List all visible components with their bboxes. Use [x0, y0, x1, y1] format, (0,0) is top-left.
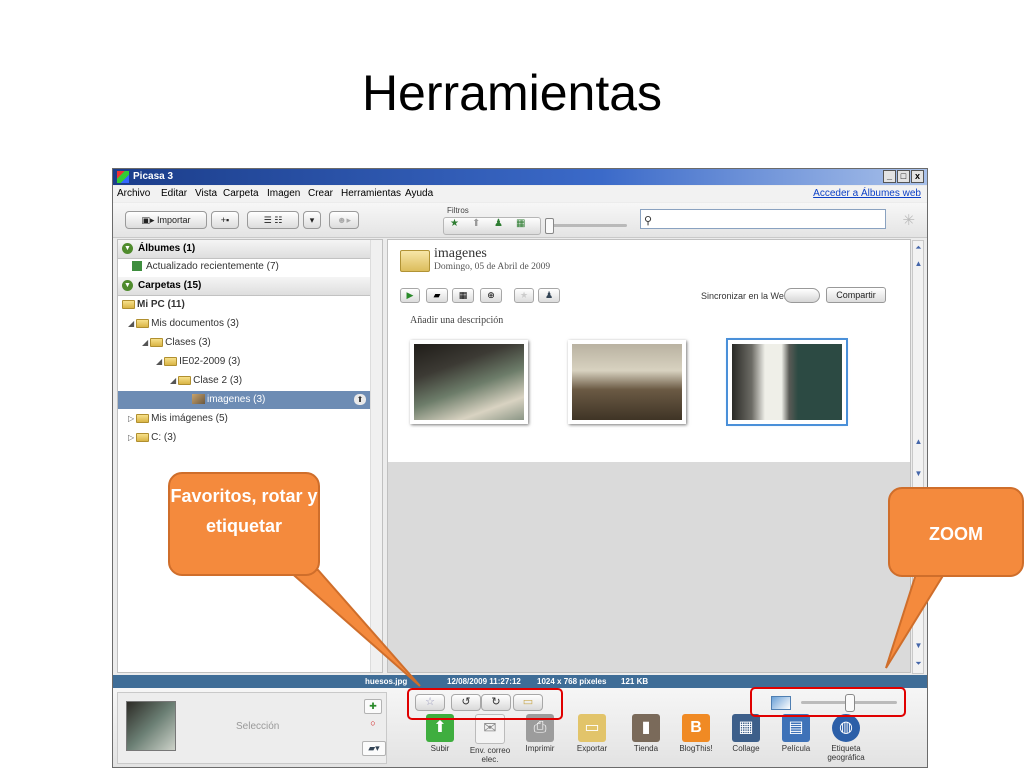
callout-text: Favoritos, rotar y etiquetar	[170, 486, 318, 536]
favorites-rotate-tag-callout: Favoritos, rotar y etiquetar	[168, 472, 320, 576]
callout-pointers	[285, 569, 946, 687]
zoom-callout: ZOOM	[888, 487, 1024, 577]
left-callout-pointer	[285, 569, 421, 687]
callout-text: ZOOM	[929, 524, 983, 544]
right-callout-pointer	[885, 573, 946, 669]
